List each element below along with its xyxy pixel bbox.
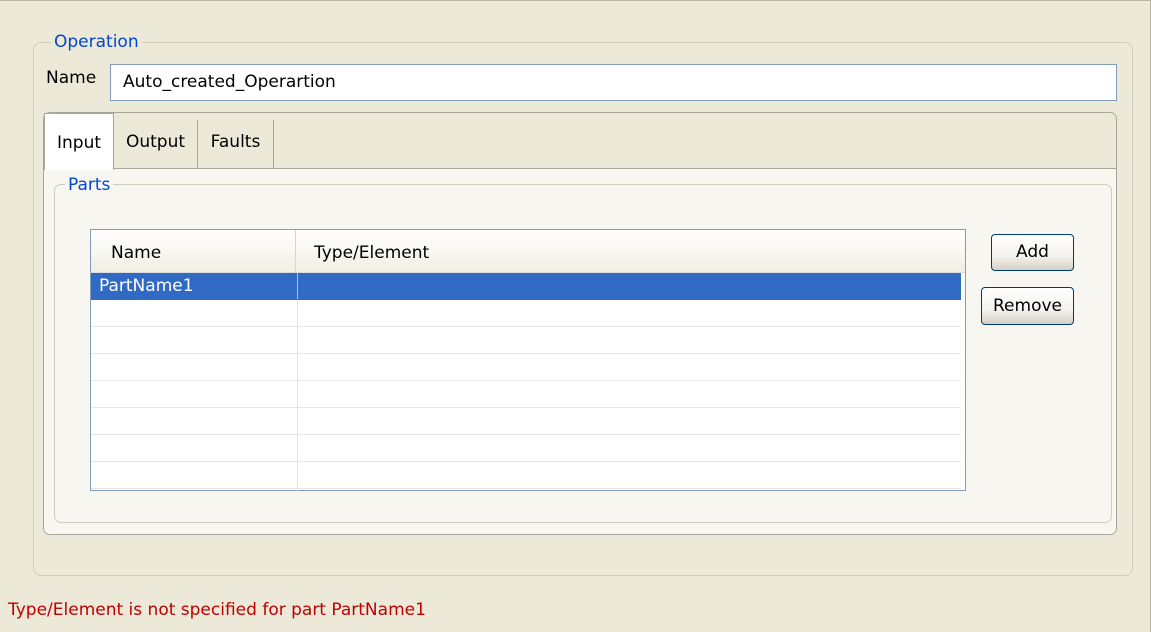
parts-group-label: Parts	[65, 175, 114, 195]
table-row[interactable]	[91, 408, 961, 435]
add-button[interactable]: Add	[991, 234, 1074, 271]
column-header-name[interactable]: Name	[91, 230, 296, 273]
cell-part-name: PartName1	[99, 276, 194, 296]
status-error-message: Type/Element is not specified for part P…	[8, 600, 426, 620]
operation-group-label: Operation	[51, 32, 142, 52]
tab-input[interactable]: Input	[44, 113, 114, 170]
table-row-selected[interactable]: PartName1	[91, 273, 961, 300]
tab-faults[interactable]: Faults	[198, 120, 274, 168]
table-row[interactable]	[91, 381, 961, 408]
table-row[interactable]	[91, 300, 961, 327]
table-body: PartName1	[91, 273, 965, 492]
selected-row-divider	[297, 273, 298, 299]
operation-name-input[interactable]: Auto_created_Operartion	[110, 64, 1117, 101]
table-row[interactable]	[91, 462, 961, 489]
table-row[interactable]	[91, 435, 961, 462]
table-header: Name Type/Element	[91, 230, 965, 273]
tab-output[interactable]: Output	[114, 120, 198, 168]
remove-button[interactable]: Remove	[981, 287, 1074, 325]
column-header-type-element[interactable]: Type/Element	[296, 230, 961, 273]
table-row[interactable]	[91, 354, 961, 381]
table-row[interactable]	[91, 327, 961, 354]
parts-table[interactable]: Name Type/Element PartName1	[90, 229, 966, 491]
name-label: Name	[46, 68, 97, 88]
